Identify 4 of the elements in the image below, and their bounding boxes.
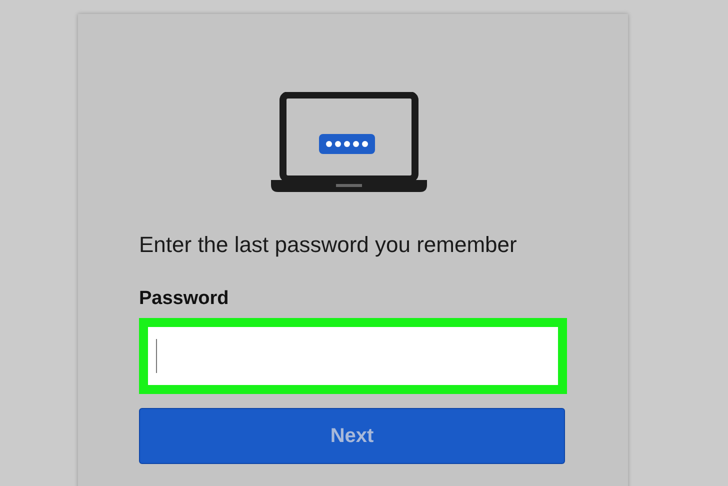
password-label: Password	[139, 288, 230, 310]
prompt-text: Enter the last password you remember	[139, 232, 518, 258]
laptop-icon	[271, 92, 427, 192]
password-field[interactable]	[139, 318, 567, 394]
